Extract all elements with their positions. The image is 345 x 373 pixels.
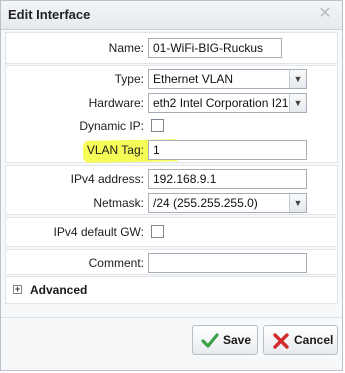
chevron-down-icon: ▼ (289, 70, 306, 88)
cancel-button-label: Cancel (294, 333, 334, 347)
type-select-value: Ethernet VLAN (153, 72, 234, 86)
netmask-select[interactable]: /24 (255.255.255.0) ▼ (148, 193, 307, 213)
dialog-titlebar: Edit Interface ✕ (1, 1, 342, 30)
cancel-button[interactable]: Cancel (263, 325, 338, 355)
name-label: Name: (108, 41, 144, 55)
expand-icon[interactable]: + (13, 285, 22, 294)
save-button[interactable]: Save (192, 325, 258, 355)
edit-interface-dialog: Edit Interface ✕ Name: 01-WiFi-BIG-Rucku… (0, 0, 343, 371)
advanced-panel[interactable]: + Advanced (5, 276, 338, 304)
comment-input[interactable] (148, 253, 307, 273)
dynamic-ip-label: Dynamic IP: (79, 119, 144, 133)
type-select[interactable]: Ethernet VLAN ▼ (148, 69, 307, 89)
hardware-select-value: eth2 Intel Corporation I21 (153, 96, 289, 110)
comment-label: Comment: (88, 256, 144, 270)
close-icon[interactable]: ✕ (317, 5, 333, 21)
chevron-down-icon: ▼ (289, 94, 306, 112)
x-icon (273, 333, 289, 349)
name-input[interactable]: 01-WiFi-BIG-Ruckus (148, 38, 282, 58)
hardware-label: Hardware: (88, 96, 144, 110)
hardware-select[interactable]: eth2 Intel Corporation I21 ▼ (148, 93, 307, 113)
chevron-down-icon: ▼ (289, 194, 306, 212)
dialog-title: Edit Interface (8, 7, 91, 22)
ipv4-default-gw-checkbox[interactable] (151, 225, 164, 238)
netmask-select-value: /24 (255.255.255.0) (153, 196, 258, 210)
dynamic-ip-checkbox[interactable] (151, 119, 164, 132)
advanced-label: Advanced (30, 283, 88, 297)
vlan-tag-input[interactable]: 1 (148, 140, 307, 160)
footer-divider (1, 317, 342, 318)
vlan-tag-label: VLAN Tag: (86, 143, 144, 157)
ipv4-address-input[interactable]: 192.168.9.1 (148, 169, 307, 189)
ipv4-address-label: IPv4 address: (70, 172, 144, 186)
netmask-label: Netmask: (93, 196, 144, 210)
save-button-label: Save (223, 333, 252, 347)
check-icon (201, 333, 219, 348)
type-label: Type: (114, 72, 144, 86)
ipv4-default-gw-label: IPv4 default GW: (53, 225, 145, 239)
